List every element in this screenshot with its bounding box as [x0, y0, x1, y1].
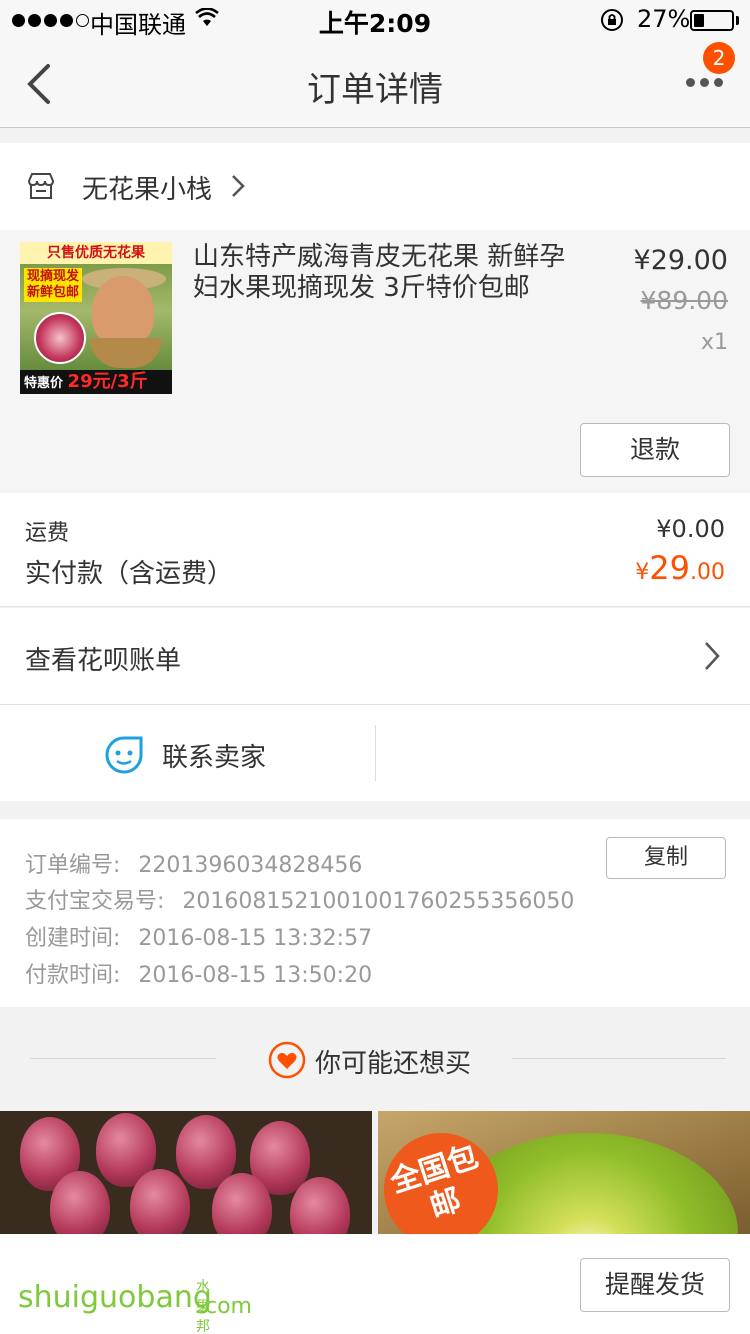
- order-number-row: 订单编号: 2201396034828456: [25, 853, 363, 878]
- huabei-bill-label: 查看花呗账单: [25, 646, 182, 676]
- copy-button[interactable]: 复制: [606, 837, 726, 879]
- contact-bar: 联系卖家: [0, 705, 750, 801]
- notification-badge: 2: [703, 42, 735, 74]
- paid-label: 实付款（含运费）: [25, 559, 234, 589]
- refund-button[interactable]: 退款: [580, 423, 730, 477]
- contact-seller-label: 联系卖家: [162, 743, 267, 773]
- battery-fill: [694, 14, 704, 27]
- recommend-item-image[interactable]: 全国包邮: [378, 1111, 750, 1234]
- product-image-banner: 只售优质无花果: [20, 242, 172, 264]
- heart-icon: [268, 1041, 306, 1079]
- product-image-price: 特惠价 29元/3斤: [20, 370, 172, 394]
- divider: [30, 1058, 216, 1059]
- product-item[interactable]: 只售优质无花果 现摘现发 新鲜包邮 特惠价 29元/3斤 山东特产威海青皮无花果…: [0, 230, 750, 493]
- divider: [375, 725, 376, 781]
- watermark-logo: shuiguobang 水果邦 .com: [18, 1279, 252, 1334]
- battery-cap: [736, 16, 739, 25]
- nav-bar: 订单详情 2: [0, 40, 750, 128]
- huabei-bill-row[interactable]: 查看花呗账单: [0, 608, 750, 705]
- chevron-right-icon: [705, 642, 720, 670]
- product-quantity: x1: [700, 330, 728, 355]
- chevron-right-icon: [232, 175, 245, 197]
- status-bar: 中国联通 上午2:09 27%: [0, 0, 750, 40]
- recommend-label: 你可能还想买: [315, 1049, 472, 1079]
- paid-amount: ¥29.00: [635, 549, 725, 587]
- product-image-tag: 现摘现发 新鲜包邮: [24, 268, 83, 302]
- product-original-price: ¥89.00: [640, 286, 728, 315]
- battery-percent: 27%: [637, 5, 691, 33]
- product-image[interactable]: 只售优质无花果 现摘现发 新鲜包邮 特惠价 29元/3斤: [20, 242, 172, 394]
- shop-row[interactable]: 无花果小栈: [0, 143, 750, 230]
- bottom-bar: shuiguobang 水果邦 .com 提醒发货: [0, 1234, 750, 1334]
- more-icon[interactable]: [686, 78, 723, 87]
- shop-name: 无花果小栈: [82, 175, 213, 205]
- created-time-row: 创建时间: 2016-08-15 13:32:57: [25, 926, 373, 951]
- fee-summary: 运费 ¥0.00 实付款（含运费） ¥29.00: [0, 493, 750, 607]
- recommend-header: 你可能还想买: [0, 1007, 750, 1111]
- shop-icon: [27, 173, 55, 199]
- chat-face-icon: [105, 736, 143, 774]
- page-title: 订单详情: [307, 70, 443, 110]
- divider: [512, 1058, 726, 1059]
- product-title: 山东特产威海青皮无花果 新鲜孕妇水果现摘现发 3斤特价包邮: [193, 242, 566, 303]
- recommend-item-image[interactable]: [0, 1111, 372, 1234]
- paid-time-row: 付款时间: 2016-08-15 13:50:20: [25, 963, 373, 988]
- rotation-lock-icon: [601, 9, 623, 31]
- contact-seller-button[interactable]: 联系卖家: [0, 705, 375, 801]
- product-price: ¥29.00: [633, 245, 728, 276]
- alipay-number-row: 支付宝交易号: 2016081521001001760255356050: [25, 889, 575, 914]
- battery-icon: [690, 10, 734, 31]
- order-info: 订单编号: 2201396034828456 复制 支付宝交易号: 20160815…: [0, 819, 750, 1007]
- remind-ship-button[interactable]: 提醒发货: [580, 1258, 730, 1312]
- shipping-label: 运费: [25, 521, 70, 546]
- shipping-value: ¥0.00: [656, 515, 725, 543]
